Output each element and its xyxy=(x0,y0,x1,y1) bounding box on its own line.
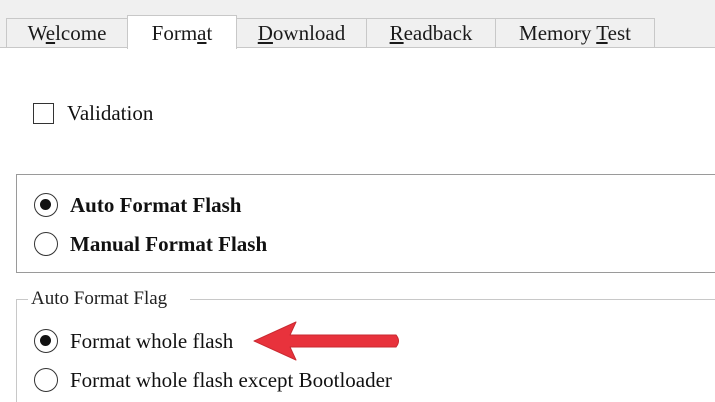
format-whole-flash-except-bootloader-option[interactable]: Format whole flash except Bootloader xyxy=(34,365,392,395)
auto-format-flag-legend: Auto Format Flag xyxy=(29,287,170,311)
auto-format-flag-border-left-segment xyxy=(16,299,28,300)
format-whole-flash-radio[interactable] xyxy=(34,329,58,353)
tab-bar: Welcome Format Download Readback Memory … xyxy=(0,0,715,49)
manual-format-flash-option[interactable]: Manual Format Flash xyxy=(34,229,267,259)
tab-download-label: Download xyxy=(257,21,346,45)
tab-download[interactable]: Download xyxy=(236,18,367,47)
manual-format-flash-label: Manual Format Flash xyxy=(70,232,268,256)
auto-format-flag-border-side xyxy=(16,299,17,402)
format-whole-flash-except-bootloader-radio[interactable] xyxy=(34,368,58,392)
validation-checkbox[interactable] xyxy=(33,102,54,124)
auto-format-flash-radio[interactable] xyxy=(34,193,58,217)
format-whole-flash-option[interactable]: Format whole flash xyxy=(34,326,233,356)
tab-welcome-label: Welcome xyxy=(27,21,107,45)
auto-format-flash-option[interactable]: Auto Format Flash xyxy=(34,190,242,220)
annotation-arrow-shape xyxy=(253,321,399,361)
tab-format[interactable]: Format xyxy=(127,15,237,49)
auto-format-flash-label: Auto Format Flash xyxy=(70,193,242,217)
validation-checkbox-row[interactable]: Validation xyxy=(33,100,153,126)
format-whole-flash-except-bootloader-label: Format whole flash except Bootloader xyxy=(70,368,392,392)
validation-label: Validation xyxy=(67,101,154,125)
tab-readback-label: Readback xyxy=(389,21,473,45)
auto-format-flag-border-right-segment xyxy=(190,299,715,300)
tab-readback[interactable]: Readback xyxy=(366,18,496,47)
manual-format-flash-radio[interactable] xyxy=(34,232,58,256)
annotation-arrow-icon xyxy=(253,321,399,361)
tab-format-label: Format xyxy=(151,21,213,45)
tab-memory-test-label: Memory Test xyxy=(519,21,631,45)
tab-memory-test[interactable]: Memory Test xyxy=(495,18,655,47)
format-whole-flash-label: Format whole flash xyxy=(70,329,234,353)
tab-welcome[interactable]: Welcome xyxy=(6,18,128,47)
tab-bar-divider xyxy=(0,47,715,48)
